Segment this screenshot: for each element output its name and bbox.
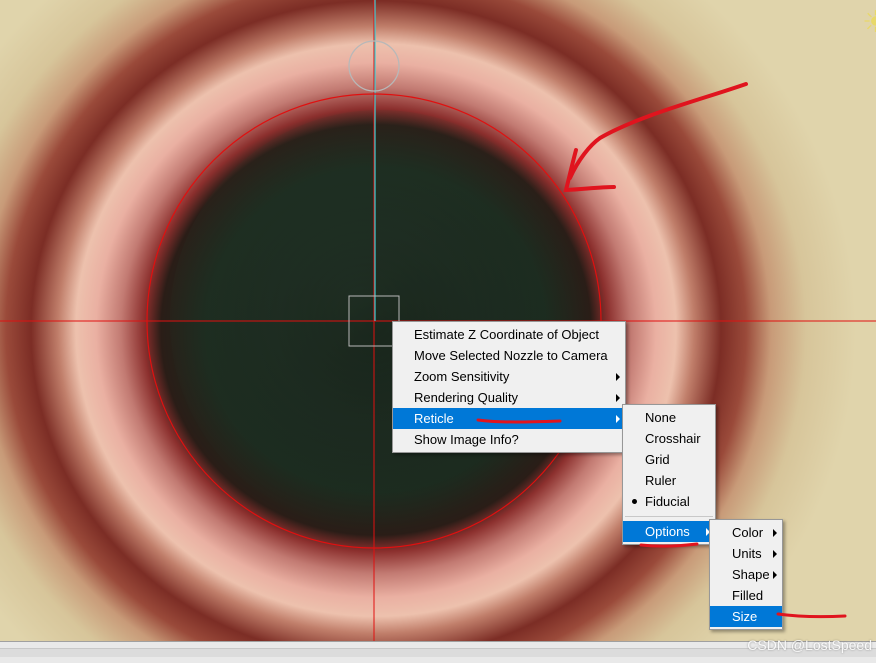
menu-item-reticle[interactable]: Reticle [393, 408, 625, 429]
menu-item-label: Rendering Quality [414, 390, 519, 405]
menu-item-label: Estimate Z Coordinate of Object [414, 327, 599, 342]
options-submenu: Color Units Shape Filled Size [709, 519, 783, 630]
menu-item-zoom-sensitivity[interactable]: Zoom Sensitivity [393, 366, 625, 387]
status-bar [0, 641, 876, 663]
reticle-none[interactable]: None [623, 407, 715, 428]
menu-item-label: Options [645, 524, 690, 539]
reticle-grid[interactable]: Grid [623, 449, 715, 470]
menu-item-label: Color [732, 525, 764, 540]
menu-item-label: Grid [645, 452, 670, 467]
reticle-fiducial[interactable]: Fiducial [623, 491, 715, 512]
menu-item-show-image-info[interactable]: Show Image Info? [393, 429, 625, 450]
reticle-ruler[interactable]: Ruler [623, 470, 715, 491]
options-shape[interactable]: Shape [710, 564, 782, 585]
options-units[interactable]: Units [710, 543, 782, 564]
menu-item-rendering-quality[interactable]: Rendering Quality [393, 387, 625, 408]
menu-item-label: Ruler [645, 473, 677, 488]
reticle-submenu: None Crosshair Grid Ruler Fiducial Optio… [622, 404, 716, 545]
menu-item-label: Shape [732, 567, 770, 582]
menu-item-label: Reticle [414, 411, 454, 426]
menu-item-label: Fiducial [645, 494, 690, 509]
menu-item-label: Show Image Info? [414, 432, 519, 447]
submenu-arrow-icon [773, 571, 777, 579]
submenu-arrow-icon [616, 373, 620, 381]
reticle-crosshair[interactable]: Crosshair [623, 428, 715, 449]
options-size[interactable]: Size [710, 606, 782, 627]
reticle-options[interactable]: Options [623, 521, 715, 542]
menu-item-label: Crosshair [645, 431, 701, 446]
submenu-arrow-icon [616, 394, 620, 402]
submenu-arrow-icon [616, 415, 620, 423]
menu-item-label: Size [732, 609, 758, 624]
menu-item-label: Units [732, 546, 762, 561]
submenu-arrow-icon [773, 550, 777, 558]
menu-item-label: None [645, 410, 677, 425]
menu-separator [625, 516, 713, 517]
submenu-arrow-icon [773, 529, 777, 537]
menu-item-move-nozzle[interactable]: Move Selected Nozzle to Camera [393, 345, 625, 366]
menu-item-label: Zoom Sensitivity [414, 369, 510, 384]
radio-bullet-icon [632, 499, 637, 504]
camera-context-menu: Estimate Z Coordinate of Object Move Sel… [392, 321, 626, 453]
menu-item-estimate-z[interactable]: Estimate Z Coordinate of Object [393, 324, 625, 345]
menu-item-label: Filled [732, 588, 764, 603]
menu-item-label: Move Selected Nozzle to Camera [414, 348, 608, 363]
options-color[interactable]: Color [710, 522, 782, 543]
options-filled[interactable]: Filled [710, 585, 782, 606]
annotation-arrow-shaft [568, 82, 748, 180]
watermark: CSDN @LostSpeed [747, 637, 872, 653]
sun-icon: ☀ [862, 6, 876, 39]
